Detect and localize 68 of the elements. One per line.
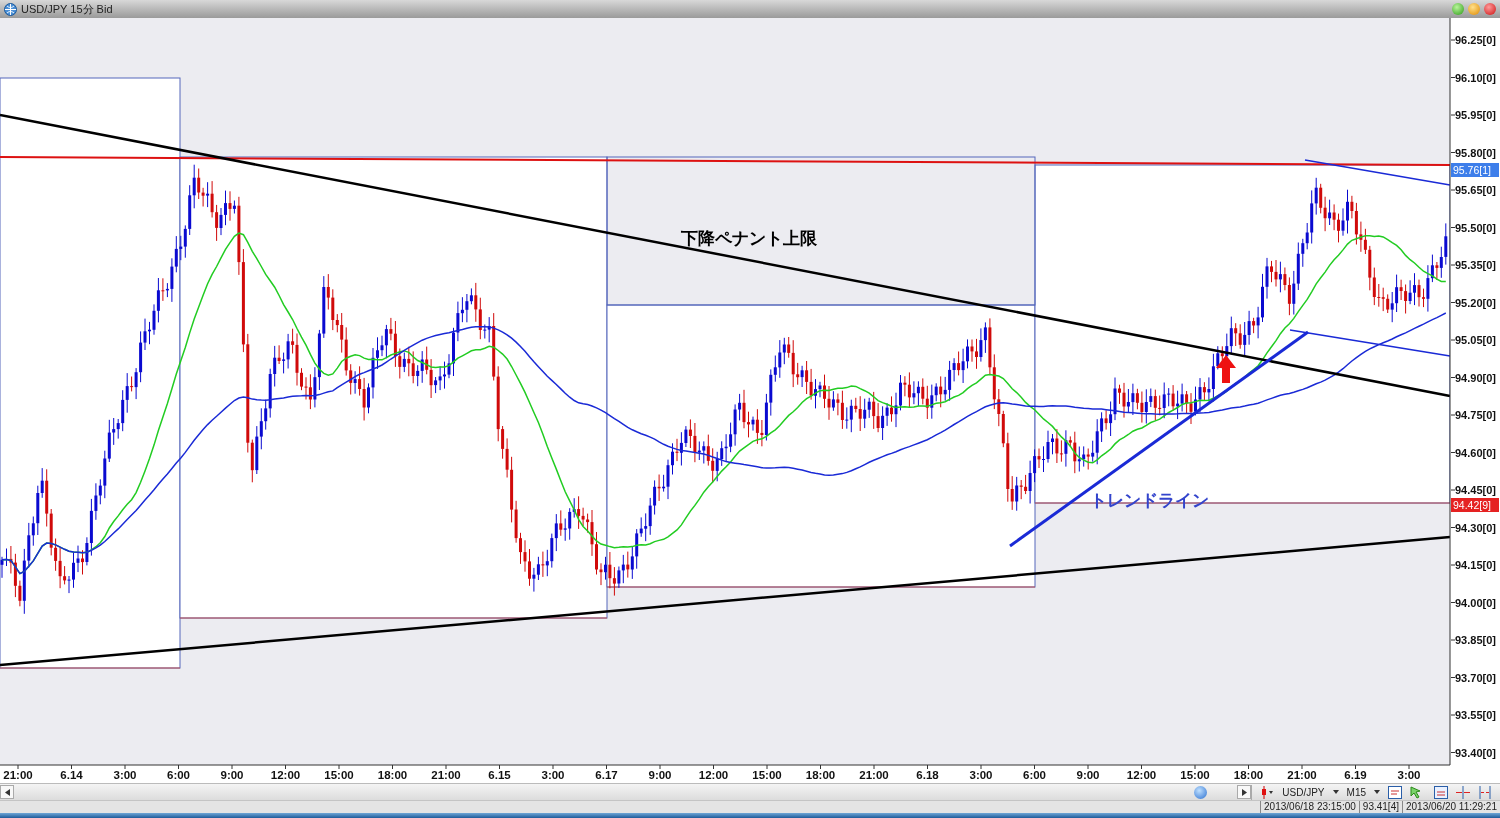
caret-icon[interactable]: [1374, 790, 1380, 794]
price-label: 94.75[0]: [1455, 409, 1496, 421]
time-label: 15:00: [324, 769, 354, 781]
price-label: 93.70[0]: [1455, 671, 1496, 684]
zoom-out-icon[interactable]: [1478, 785, 1492, 799]
price-label: 94.45[0]: [1455, 484, 1496, 496]
chart-window-icon[interactable]: [1434, 785, 1448, 799]
price-label: 93.55[0]: [1455, 709, 1496, 721]
price-label: 95.65[0]: [1455, 184, 1496, 196]
price-label: 94.00[0]: [1455, 596, 1496, 609]
timeframe-selector[interactable]: M15: [1346, 784, 1366, 800]
zoom-in-icon[interactable]: [1456, 785, 1470, 799]
time-label: 3:00: [541, 769, 565, 781]
close-button[interactable]: [1484, 3, 1496, 15]
price-label: 95.80[0]: [1455, 146, 1496, 159]
price-label: 96.10[0]: [1455, 71, 1496, 84]
caret-icon[interactable]: [1332, 790, 1339, 794]
time-label: 18:00: [1233, 769, 1264, 781]
chart-annotation: 下降ペナント上限: [681, 228, 817, 248]
time-label: 6.19: [1344, 769, 1367, 781]
time-label: 21:00: [1287, 769, 1317, 781]
price-label: 93.40[0]: [1455, 746, 1496, 759]
price-label: 94.15[0]: [1455, 559, 1496, 571]
price-label: 95.05[0]: [1455, 334, 1496, 346]
time-label: 6:00: [167, 769, 190, 781]
scroll-right-button[interactable]: [1237, 785, 1252, 799]
price-label: 94.90[0]: [1455, 371, 1496, 384]
window-title: USD/JPY 15分 Bid: [21, 2, 113, 17]
time-label: 18:00: [805, 769, 836, 781]
time-label: 3:00: [113, 769, 137, 781]
time-label: 21:00: [431, 769, 461, 781]
time-label: 9:00: [220, 769, 244, 781]
time-label: 6.15: [488, 769, 511, 781]
time-label: 6:00: [1023, 769, 1046, 781]
price-label: 95.95[0]: [1455, 109, 1496, 121]
time-label: 21:00: [859, 769, 889, 781]
time-label: 12:00: [270, 769, 301, 781]
price-marker-text: 94.42[9]: [1453, 499, 1491, 511]
time-label: 18:00: [377, 769, 408, 781]
globe-icon: [4, 2, 17, 16]
scroll-thumb[interactable]: [1194, 785, 1208, 799]
time-label: 15:00: [1180, 769, 1210, 781]
time-label: 12:00: [1126, 769, 1157, 781]
price-label: 95.20[0]: [1455, 296, 1496, 309]
time-label: 9:00: [1076, 769, 1100, 781]
time-label: 6.18: [916, 769, 939, 781]
price-marker-text: 95.76[1]: [1453, 164, 1491, 176]
left-arrow-icon: [4, 788, 10, 796]
time-label: 6.14: [60, 769, 83, 781]
time-label: 3:00: [1397, 769, 1421, 781]
time-label: 3:00: [969, 769, 993, 781]
price-label: 95.35[0]: [1455, 259, 1496, 271]
right-arrow-icon: [1241, 788, 1247, 796]
time-label: 12:00: [698, 769, 729, 781]
up-arrow-icon: [1216, 355, 1236, 383]
symbol-selector[interactable]: USD/JPY: [1282, 784, 1325, 800]
time-label: 6.17: [595, 769, 618, 781]
price-label: 94.30[0]: [1455, 521, 1496, 534]
price-label: 96.25[0]: [1455, 34, 1496, 46]
time-label: 21:00: [3, 769, 33, 781]
price-label: 93.85[0]: [1455, 634, 1496, 646]
price-label: 94.60[0]: [1455, 446, 1496, 459]
time-label: 9:00: [648, 769, 672, 781]
scroll-left-button[interactable]: [0, 785, 14, 799]
price-label: 95.50[0]: [1455, 221, 1496, 234]
time-label: 15:00: [752, 769, 782, 781]
candle-type-icon[interactable]: [1260, 785, 1275, 799]
window-icon[interactable]: [1388, 785, 1402, 799]
